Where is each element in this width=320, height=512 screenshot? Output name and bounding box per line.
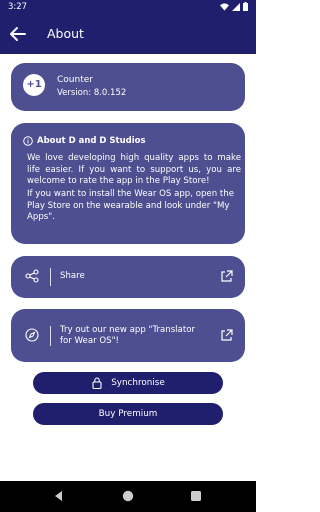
about-card: About D and D Studios We love developing…	[11, 123, 245, 244]
divider	[50, 268, 51, 286]
about-heading-text: About D and D Studios	[37, 136, 146, 146]
status-bar: 3:27	[0, 0, 256, 14]
external-link-icon	[221, 329, 233, 341]
app-bar: About	[0, 14, 256, 54]
external-link-icon	[221, 270, 233, 282]
about-paragraph-1: We love developing high quality apps to …	[27, 153, 241, 186]
share-label: Share	[60, 271, 85, 281]
nav-home-icon[interactable]	[122, 490, 134, 502]
synchronise-button[interactable]: Synchronise	[33, 372, 223, 394]
buy-premium-button[interactable]: Buy Premium	[33, 403, 223, 425]
divider	[50, 326, 51, 346]
signal-icon	[232, 2, 240, 11]
nav-recents-icon[interactable]	[190, 490, 202, 502]
app-version: Version: 8.0.152	[57, 88, 127, 98]
promo-label: Try out our new app "Translator for Wear…	[60, 325, 195, 346]
info-icon	[23, 136, 33, 146]
back-arrow-icon[interactable]	[9, 25, 27, 43]
nav-back-icon[interactable]	[53, 490, 65, 502]
navigation-bar	[0, 481, 256, 512]
counter-card: +1 Counter Version: 8.0.152	[11, 63, 245, 111]
app-name: Counter	[57, 75, 93, 85]
status-time: 3:27	[8, 2, 28, 12]
lock-icon	[92, 377, 102, 389]
about-heading: About D and D Studios	[23, 136, 146, 146]
buy-premium-label: Buy Premium	[98, 409, 158, 419]
wifi-icon	[220, 2, 229, 11]
about-paragraph-2: If you want to install the Wear OS app, …	[27, 189, 234, 222]
share-icon	[25, 269, 39, 283]
compass-icon	[25, 328, 39, 342]
page-title: About	[47, 26, 84, 41]
promo-card[interactable]: Try out our new app "Translator for Wear…	[11, 309, 245, 362]
share-card[interactable]: Share	[11, 256, 245, 298]
synchronise-label: Synchronise	[111, 378, 165, 388]
battery-icon	[243, 2, 248, 11]
status-icons	[220, 2, 248, 11]
app-logo: +1	[23, 74, 45, 96]
